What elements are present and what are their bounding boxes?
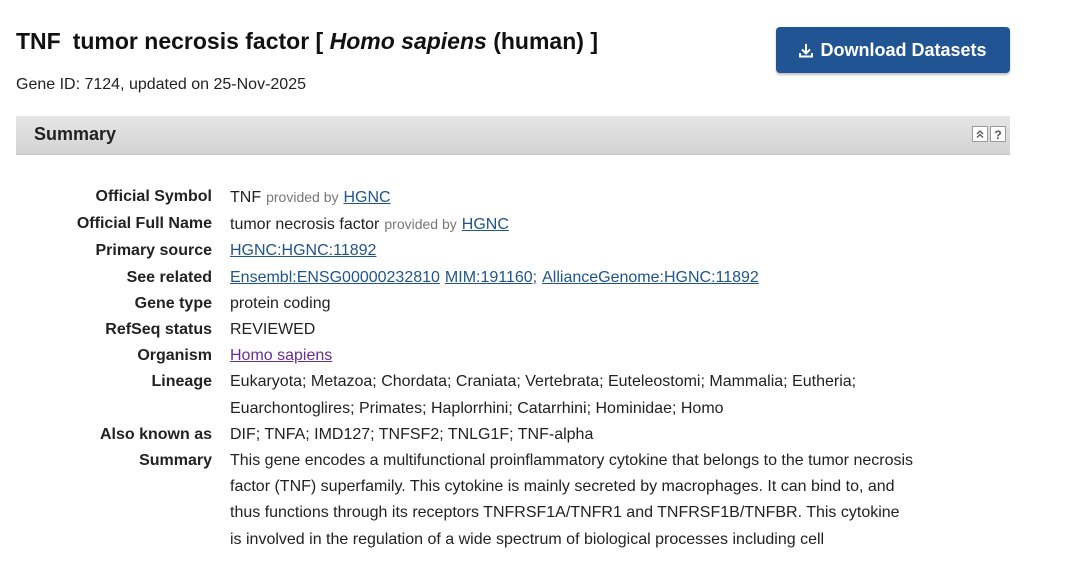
download-datasets-button[interactable]: Download Datasets <box>776 27 1010 73</box>
field-label: Official Full Name <box>76 215 212 233</box>
organism-row: Organism Homo sapiens <box>0 343 1080 369</box>
summary-section-header: Summary ? <box>16 116 1010 155</box>
alliance-genome-link[interactable]: AllianceGenome:HGNC:11892 <box>542 269 759 286</box>
mim-link[interactable]: MIM:191160; <box>445 269 537 286</box>
hgnc-link[interactable]: HGNC <box>344 189 391 206</box>
hgnc-link[interactable]: HGNC <box>462 216 509 233</box>
section-controls: ? <box>972 126 1006 142</box>
field-label: See related <box>126 268 212 286</box>
primary-source-row: Primary source HGNC:HGNC:11892 <box>0 238 1080 264</box>
gene-summary-details: Official Symbol TNF provided by HGNC Offic… <box>0 184 1080 553</box>
field-label: Organism <box>137 347 212 365</box>
gene-symbol: TNF <box>16 28 61 54</box>
summary-text: This gene encodes a multifunctional proi… <box>230 452 914 548</box>
gene-name-prefix: tumor necrosis factor [ <box>72 28 330 54</box>
download-datasets-label: Download Datasets <box>820 39 987 60</box>
summary-section-title[interactable]: Summary <box>34 124 116 145</box>
summary-row: Summary This gene encodes a multifunctio… <box>0 448 1080 553</box>
see-related-row: See related Ensembl:ENSG00000232810 MIM:1… <box>0 265 1080 291</box>
gene-type-row: Gene type protein coding <box>0 291 1080 317</box>
lineage-value: Eukaryota; Metazoa; Chordata; Craniata; … <box>230 373 857 417</box>
official-full-name-row: Official Full Name tumor necrosis factor… <box>0 211 1080 238</box>
provided-by-text: provided by <box>266 189 339 205</box>
refseq-status-value: REVIEWED <box>230 321 316 339</box>
official-symbol-row: Official Symbol TNF provided by HGNC <box>0 184 1080 211</box>
official-symbol-value: TNF provided by HGNC <box>230 189 391 206</box>
collapse-up-icon[interactable] <box>972 126 988 142</box>
official-full-name-value: tumor necrosis factor provided by HGNC <box>230 216 509 234</box>
organism-link[interactable]: Homo sapiens <box>230 347 332 364</box>
download-icon <box>799 43 814 57</box>
organism-name: Homo sapiens <box>329 28 487 54</box>
gene-id-updated: Gene ID: 7124, updated on 25-Nov-2025 <box>16 76 306 93</box>
help-icon[interactable]: ? <box>990 126 1006 142</box>
page-title: TNF tumor necrosis factor [ Homo sapiens … <box>16 28 598 55</box>
ensembl-link[interactable]: Ensembl:ENSG00000232810 <box>230 269 440 286</box>
field-label: Primary source <box>95 242 212 260</box>
field-label: Summary <box>139 452 212 470</box>
gene-name-suffix: (human) ] <box>486 28 598 54</box>
gene-type-value: protein coding <box>230 294 331 312</box>
primary-source-link[interactable]: HGNC:HGNC:11892 <box>230 242 376 259</box>
also-known-as-value: DIF; TNFA; IMD127; TNFSF2; TNLG1F; TNF-a… <box>230 425 594 443</box>
field-label: Also known as <box>99 425 212 443</box>
field-label: Gene type <box>134 294 212 312</box>
field-label: Lineage <box>151 373 212 391</box>
also-known-as-row: Also known as DIF; TNFA; IMD127; TNFSF2;… <box>0 422 1080 448</box>
lineage-row: Lineage Eukaryota; Metazoa; Chordata; Cr… <box>0 369 1080 421</box>
field-label: RefSeq status <box>105 321 212 339</box>
refseq-status-row: RefSeq status REVIEWED <box>0 317 1080 343</box>
field-label: Official Symbol <box>95 188 212 205</box>
provided-by-text: provided by <box>384 216 457 233</box>
